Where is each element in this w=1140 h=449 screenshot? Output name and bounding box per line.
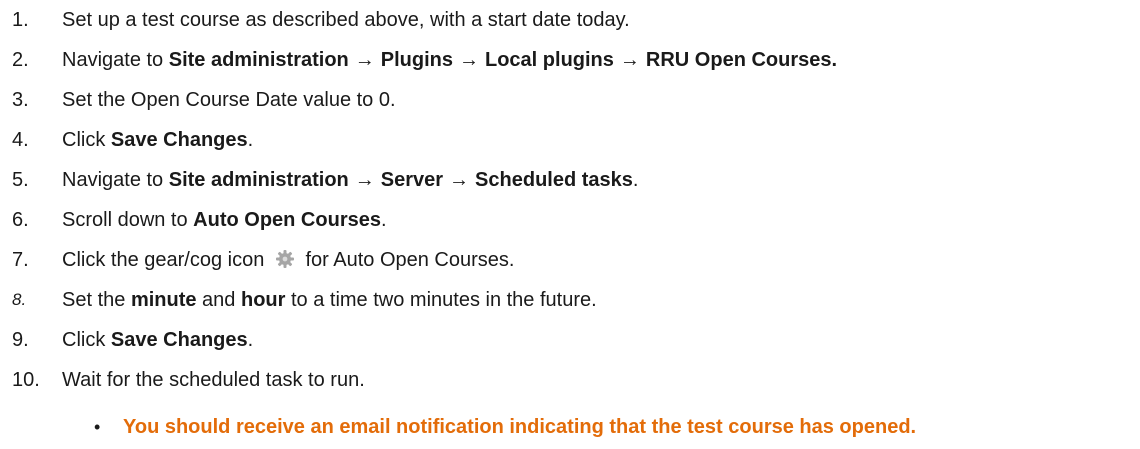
step-prefix: Navigate to <box>62 168 169 191</box>
step-suffix: for Auto Open Courses. <box>299 248 515 271</box>
step-text: Navigate to Site administration → Server → S… <box>62 169 638 192</box>
step-number: 1. <box>12 8 29 31</box>
path-server: Server <box>380 168 444 191</box>
path-plugins: Plugins <box>380 48 453 71</box>
step-prefix: Click <box>62 328 111 351</box>
gear-icon <box>275 249 294 268</box>
step-number: 9. <box>12 328 29 351</box>
save-changes-label: Save Changes <box>110 328 248 351</box>
path-site-administration: Site administration <box>168 48 349 71</box>
step-text: Click Save Changes. <box>62 329 253 352</box>
path-rru-open-courses: RRU Open Courses. <box>645 48 838 71</box>
step-text: Wait for the scheduled task to run. <box>62 368 365 391</box>
step-number: 10. <box>12 368 40 391</box>
arrow-icon: → <box>354 48 375 71</box>
arrow-icon: → <box>459 48 479 71</box>
step-suffix: . <box>380 208 387 231</box>
step-text: Scroll down to Auto Open Courses. <box>62 209 387 232</box>
step-prefix: Click the gear/cog icon <box>62 248 270 271</box>
step-text: Click the gear/cog icon for Auto Open Co… <box>62 249 514 272</box>
arrow-icon: → <box>354 168 375 191</box>
step-number: 7. <box>12 248 29 271</box>
step-prefix: Set the <box>62 288 131 311</box>
step-number: 3. <box>12 88 29 111</box>
step-suffix: . <box>247 128 254 151</box>
step-text: Set up a test course as described above,… <box>62 8 630 31</box>
instruction-list: 1. Set up a test course as described abo… <box>0 0 1140 449</box>
path-site-administration: Site administration <box>168 168 349 191</box>
save-changes-label: Save Changes <box>110 128 248 151</box>
bullet-icon: • <box>94 416 101 437</box>
arrow-icon: → <box>449 168 470 191</box>
minute-label: minute <box>130 288 197 311</box>
hour-label: hour <box>240 288 286 311</box>
path-scheduled-tasks: Scheduled tasks <box>475 168 633 191</box>
step-number: 2. <box>12 48 29 71</box>
step-suffix: to a time two minutes in the future. <box>285 288 597 311</box>
step-text: Navigate to Site administration → Plugins →… <box>62 49 837 72</box>
path-local-plugins: Local plugins <box>485 48 614 71</box>
arrow-icon: → <box>619 48 640 71</box>
step-text: Set the Open Course Date value to 0. <box>62 88 396 111</box>
step-number: 8. <box>12 290 27 309</box>
step-text: Set the minute and hour to a time two mi… <box>62 289 597 312</box>
step-number: 5. <box>12 168 29 191</box>
step-prefix: Navigate to <box>62 48 169 71</box>
step-prefix: Scroll down to <box>62 208 194 231</box>
step-suffix: . <box>247 328 254 351</box>
step-number: 4. <box>12 128 29 151</box>
step-number: 6. <box>12 208 29 231</box>
step-middle: and <box>196 288 241 311</box>
step-text: Click Save Changes. <box>62 129 253 152</box>
expected-result-text: You should receive an email notification… <box>123 415 917 438</box>
step-suffix: . <box>632 168 639 191</box>
auto-open-courses-label: Auto Open Courses <box>193 208 381 231</box>
step-prefix: Click <box>62 128 111 151</box>
